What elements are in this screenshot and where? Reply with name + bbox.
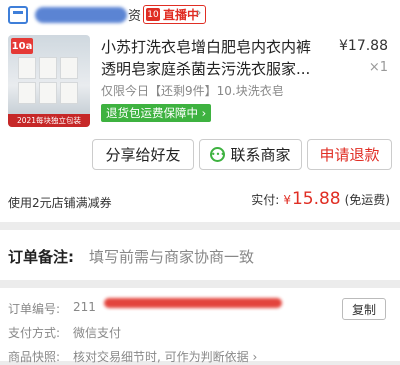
return-shipping-guarantee[interactable]: 退货包运费保障中 › bbox=[101, 104, 212, 122]
chat-icon: ••• bbox=[210, 147, 226, 162]
product-thumbnail[interactable]: 10a 2021每块独立包装 bbox=[8, 35, 90, 127]
paid-amount-row: 实付: ¥ 15.88 (免运费) bbox=[251, 189, 390, 209]
share-button[interactable]: 分享给好友 bbox=[92, 139, 194, 170]
order-remark-card[interactable]: 订单备注: 填写前需与商家协商一致 bbox=[0, 230, 400, 280]
copy-button[interactable]: 复制 bbox=[342, 298, 386, 320]
remark-input[interactable]: 填写前需与商家协商一致 bbox=[89, 246, 254, 267]
paid-label: 实付: bbox=[251, 193, 280, 207]
live-icon: 10 bbox=[146, 8, 160, 21]
chevron-right-icon[interactable]: › bbox=[196, 5, 202, 21]
order-number-label: 订单编号: bbox=[8, 302, 61, 316]
pay-method-label: 支付方式: bbox=[8, 326, 61, 340]
thumbnail-tag: 10a bbox=[11, 38, 33, 54]
order-number-value: 211 bbox=[73, 300, 96, 314]
pay-method-value: 微信支付 bbox=[73, 326, 122, 340]
request-refund-button[interactable]: 申请退款 bbox=[307, 139, 392, 170]
order-number-redacted bbox=[104, 298, 282, 308]
product-quantity: ×1 bbox=[368, 60, 388, 75]
paid-currency: ¥ bbox=[283, 193, 291, 207]
shipping-note: (免运费) bbox=[344, 193, 390, 207]
coupon-used: 使用2元店铺满减券 bbox=[8, 196, 112, 210]
shop-name-suffix[interactable]: 资 bbox=[128, 5, 141, 24]
snapshot-link[interactable]: 核对交易细节时, 可作为判断依据 › bbox=[73, 348, 257, 365]
product-spec: 仅限今日【还剩9件】10.块洗衣皂 bbox=[101, 84, 284, 98]
paid-amount: 15.88 bbox=[291, 189, 341, 209]
shop-name-redacted[interactable] bbox=[35, 7, 127, 23]
order-info-card: 订单编号: 211 复制 支付方式: 微信支付 商品快照: 核对交易细节时, 可… bbox=[0, 288, 400, 364]
soap-bars-image bbox=[18, 57, 80, 105]
contact-seller-button[interactable]: ••• 联系商家 bbox=[199, 139, 302, 170]
remark-label: 订单备注: bbox=[8, 248, 74, 266]
contact-seller-label: 联系商家 bbox=[230, 146, 291, 164]
thumbnail-banner: 2021每块独立包装 bbox=[8, 114, 90, 127]
product-price: ¥17.88 bbox=[339, 38, 388, 54]
shop-icon[interactable] bbox=[8, 6, 28, 24]
snapshot-label: 商品快照: bbox=[8, 350, 61, 364]
live-label: 直播中 bbox=[163, 8, 200, 22]
product-title[interactable]: 小苏打洗衣皂增白肥皂内衣内裤透明皂家庭杀菌去污洗衣服家... bbox=[101, 36, 321, 80]
order-item-card: 资 10 直播中 › 10a 2021每块独立包装 小苏打洗衣皂增白肥皂内衣内裤… bbox=[0, 0, 400, 222]
